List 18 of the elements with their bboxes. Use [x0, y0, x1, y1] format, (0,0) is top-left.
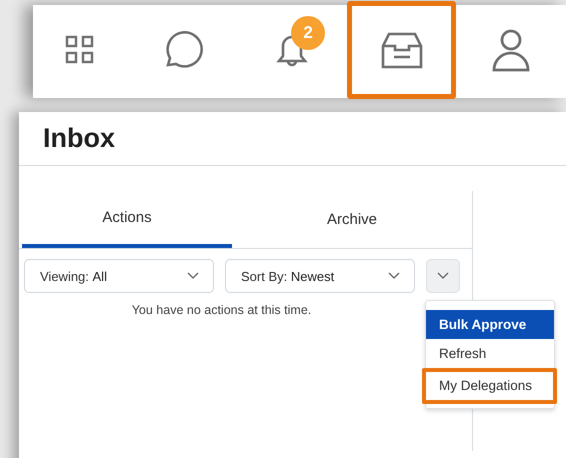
- chevron-down-icon: [388, 272, 400, 280]
- notification-badge: 2: [291, 16, 326, 50]
- chevron-down-icon: [437, 272, 449, 280]
- chevron-down-icon: [187, 272, 199, 280]
- menu-item[interactable]: Bulk Approve: [426, 310, 554, 339]
- page-title: Inbox: [19, 112, 566, 166]
- empty-message: You have no actions at this time.: [130, 303, 312, 317]
- menu-item[interactable]: Refresh: [426, 339, 554, 368]
- menu-item[interactable]: My Delegations: [422, 368, 557, 404]
- inbox-icon: [378, 30, 425, 70]
- filter-dropdown[interactable]: Viewing: All: [24, 259, 214, 293]
- tab[interactable]: Actions: [22, 191, 232, 248]
- person-icon: [490, 28, 532, 72]
- filter-label: Viewing: All: [40, 268, 107, 284]
- filter-dropdown[interactable]: Sort By: Newest: [225, 259, 415, 293]
- inbox-button[interactable]: [346, 1, 456, 99]
- filter-label: Sort By: Newest: [241, 268, 334, 284]
- tab[interactable]: Archive: [232, 191, 472, 248]
